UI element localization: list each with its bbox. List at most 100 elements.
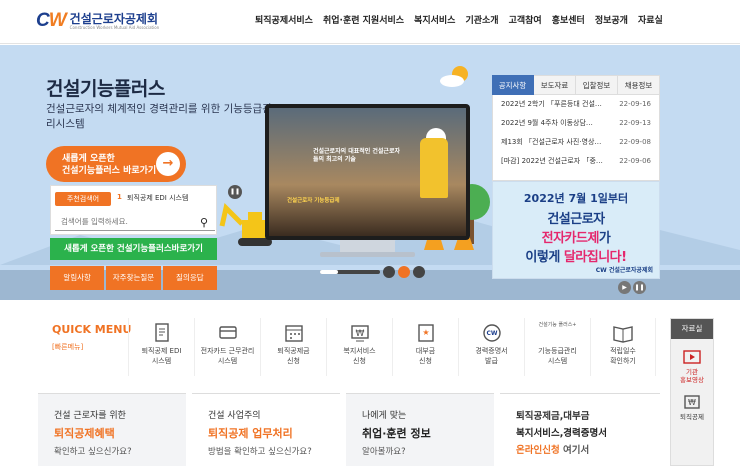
nav-item-retirement[interactable]: 퇴직공제서비스 [255, 13, 313, 26]
won-icon: ₩ [350, 325, 369, 342]
rail-title: 자료실 [671, 319, 713, 339]
hero-title: 건설기능플러스 [46, 78, 165, 100]
search-icon[interactable]: ⚲ [200, 216, 208, 229]
rail-item-video[interactable]: 기관 홍보영상 [671, 339, 713, 384]
notice-button[interactable]: 알림사항 [50, 266, 105, 290]
quick-item-certificate[interactable]: CW 경력증명서 발급 [458, 318, 524, 376]
side-rail: 자료실 기관 홍보영상 ₩ 퇴직공제 [670, 318, 714, 466]
tab-press[interactable]: 보도자료 [534, 75, 576, 95]
hero-cta-button[interactable]: 새롭게 오픈한 건설기능플러스 바로가기 → [46, 146, 186, 182]
card-highlight: 퇴직공제혜택 [54, 427, 115, 440]
monitor-headline: 건설근로자의 대표적인 건설근로자들의 최고의 기술 [313, 148, 400, 163]
quick-label: 전자카드 근무관리 [200, 347, 255, 355]
quick-item-edi[interactable]: 퇴직공제 EDI 시스템 [128, 318, 194, 376]
card-worker[interactable]: 건설 근로자를 위한 퇴직공제혜택 확인하고 싶으신가요? [38, 393, 186, 466]
site-logo[interactable]: CW 건설근로자공제회 Construction Workers Mutual … [36, 9, 159, 33]
notice-date: 22-09-13 [619, 119, 651, 127]
card-line1: 건설 근로자를 위한 [54, 411, 126, 421]
card-line2: 취업·훈련 정보 [362, 427, 431, 440]
rail-label: 퇴직공제 [680, 413, 704, 421]
quick-label: 기능등급관리 [538, 347, 577, 355]
video-icon [683, 350, 701, 364]
quick-menu-subtitle: [빠른메뉴] [52, 343, 84, 351]
recommended-keyword-tag: 주천검색어 [55, 192, 111, 206]
card-line2: 퇴직공제혜택 [54, 425, 186, 441]
nav-item-archive[interactable]: 자료실 [638, 13, 663, 26]
recommended-keyword[interactable]: 퇴직공제 EDI 시스템 [127, 193, 188, 203]
rail-label: 홍보영상 [680, 376, 704, 384]
slider-controls [320, 266, 425, 278]
nav-item-about[interactable]: 기관소개 [465, 13, 498, 26]
ecard-banner[interactable]: 2022년 7월 1일부터 건설근로자 전자카드제가 이렇게 달라집니다! CW… [492, 181, 660, 279]
logo-text: 건설근로자공제회 Construction Workers Mutual Aid… [70, 13, 160, 30]
qna-button[interactable]: 질의응답 [162, 266, 217, 290]
quick-label: 시스템 [151, 357, 172, 365]
banner-controls: ▶ ❚❚ [618, 281, 646, 294]
card-line3: 온라인신청 여기서 [516, 442, 660, 456]
pause-icon[interactable]: ❚❚ [228, 185, 242, 199]
cw-badge-icon: CW [482, 324, 501, 342]
quick-item-ecard[interactable]: 전자카드 근무관리 시스템 [194, 318, 260, 376]
monitor-label: 건설근로자 기능등급제 [287, 198, 340, 204]
plus-icon: 건설기능 플러스+ [538, 322, 577, 328]
notice-item[interactable]: [마감] 2022년 건설근로자 「중… 22-09-06 [493, 152, 659, 171]
banner-highlight: 전자카드제 [541, 231, 600, 246]
nav-item-customer[interactable]: 고객참여 [509, 13, 542, 26]
quick-label: 신청 [287, 357, 300, 365]
card-employer[interactable]: 건설 사업주의 퇴직공제 업무처리 방법을 확인하고 싶으신가요? [192, 393, 340, 466]
monitor-screen: 건설근로자의 대표적인 건설근로자들의 최고의 기술 건설근로자 기능등급제 [269, 108, 466, 236]
card-line1: 나에게 맞는 [362, 411, 407, 421]
plus-link-button[interactable]: 새롭게 오픈한 건설기능플러스바로가기 [50, 238, 217, 260]
quick-item-welfare[interactable]: ₩ 복지서비스 신청 [326, 318, 392, 376]
main-nav: 퇴직공제서비스 취업·훈련 지원서비스 복지서비스 기관소개 고객참여 홍보센터… [255, 13, 673, 26]
pause-icon-slider[interactable] [413, 266, 425, 278]
card-line2: 복지서비스,경력증명서 [516, 428, 608, 439]
nav-item-pr[interactable]: 홍보센터 [552, 13, 585, 26]
slider-progress [320, 270, 380, 274]
prev-icon[interactable] [383, 266, 395, 278]
quick-menu-title: QUICK MENU [52, 323, 132, 336]
monitor-base [320, 252, 415, 257]
banner-play-icon[interactable]: ▶ [618, 281, 631, 294]
notice-item[interactable]: 2022년 9월 4주차 이동상담… 22-09-13 [493, 114, 659, 133]
card-employment[interactable]: 나에게 맞는 취업·훈련 정보 알아볼까요? [346, 393, 494, 466]
banner-emphasis: 달라집니다! [563, 250, 627, 265]
faq-button[interactable]: 자주찾는질문 [106, 266, 161, 290]
notice-tabs: 공지사항 보도자료 입찰정보 채용정보 [492, 75, 660, 95]
quick-item-days[interactable]: 적립일수 확인하기 [590, 318, 656, 376]
nav-item-disclosure[interactable]: 정보공개 [595, 13, 628, 26]
banner-line3: 전자카드제가 [493, 227, 659, 246]
card-icon [218, 326, 237, 339]
play-icon[interactable] [398, 266, 410, 278]
notice-list: 2022년 2학기 「푸른등대 건설… 22-09-16 2022년 9월 4주차… [492, 95, 660, 181]
banner-pause-icon[interactable]: ❚❚ [633, 281, 646, 294]
tab-bid[interactable]: 입찰정보 [576, 75, 618, 95]
notice-title: 제13회 「건설근로자 사진·영상… [501, 138, 602, 146]
quick-label: 퇴직공제 EDI [141, 347, 182, 355]
nav-item-employment[interactable]: 취업·훈련 지원서비스 [323, 13, 404, 26]
notice-title: 2022년 9월 4주차 이동상담… [501, 119, 593, 127]
quick-label: 신청 [353, 357, 366, 365]
rail-item-retirement[interactable]: ₩ 퇴직공제 [671, 384, 713, 421]
banner-line2: 건설근로자 [547, 212, 605, 227]
banner-suffix: 가 [598, 231, 611, 246]
quick-item-loan[interactable]: ★ 대부금 신청 [392, 318, 458, 376]
notice-title: [마감] 2022년 건설근로자 「중… [501, 157, 603, 165]
tab-notice[interactable]: 공지사항 [492, 75, 534, 95]
rail-label: 기관 [686, 368, 698, 376]
tab-recruit[interactable]: 채용정보 [618, 75, 660, 95]
nav-item-welfare[interactable]: 복지서비스 [414, 13, 455, 26]
notice-item[interactable]: 제13회 「건설근로자 사진·영상… 22-09-08 [493, 133, 659, 152]
notice-title: 2022년 2학기 「푸른등대 건설… [501, 100, 602, 108]
monitor-illustration: 건설근로자의 대표적인 건설근로자들의 최고의 기술 건설근로자 기능등급제 [265, 104, 470, 240]
quick-item-skill-grade[interactable]: 건설기능 플러스+ 기능등급관리 시스템 [524, 318, 590, 376]
quick-item-retire-apply[interactable]: 퇴직공제금 신청 [260, 318, 326, 376]
banner-line4: 이렇게 달라집니다! [493, 246, 659, 265]
notice-item[interactable]: 2022년 2학기 「푸른등대 건설… 22-09-16 [493, 95, 659, 114]
notice-date: 22-09-08 [619, 138, 651, 146]
search-input[interactable] [55, 213, 215, 231]
card-line3: 방법을 확인하고 싶으신가요? [208, 447, 312, 457]
star-icon: ★ [417, 324, 434, 342]
card-online[interactable]: 퇴직공제금,대부금 복지서비스,경력증명서 온라인신청 여기서 [500, 393, 660, 466]
logo-subtitle: Construction Workers Mutual Aid Associat… [69, 24, 160, 30]
